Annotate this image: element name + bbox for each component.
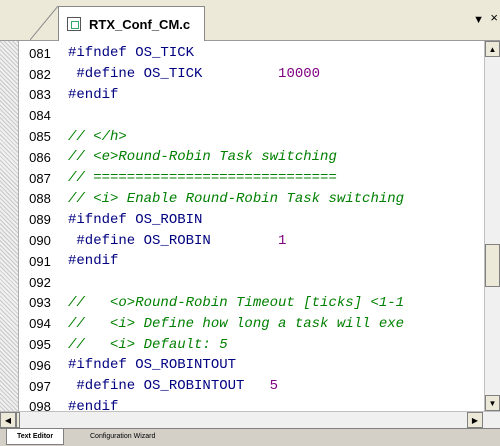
tab-rtx-conf-cm[interactable]: RTX_Conf_CM.c — [58, 6, 206, 41]
code-text: #endif — [62, 87, 118, 103]
code-token: #ifndef OS_ROBIN — [68, 211, 203, 228]
line-number: 095 — [29, 337, 51, 353]
line-number: 090 — [29, 233, 51, 249]
code-line[interactable]: 088 // <i> Enable Round-Robin Task switch… — [18, 189, 404, 210]
vertical-scrollbar[interactable]: ▲ ▼ — [484, 41, 500, 411]
code-line[interactable]: 095 // <i> Default: 5 — [18, 334, 404, 355]
code-text: #ifndef OS_ROBIN — [62, 212, 202, 228]
code-line[interactable]: 081 #ifndef OS_TICK — [18, 43, 404, 64]
code-token: // </h> — [68, 128, 127, 145]
c-file-icon — [67, 17, 81, 31]
line-number: 085 — [29, 129, 51, 145]
line-number: 081 — [29, 45, 51, 61]
code-lines: 081 #ifndef OS_TICK 082 #define OS_TICK 10… — [18, 43, 404, 411]
code-line[interactable]: 098 #endif — [18, 397, 404, 411]
code-text: // <e>Round-Robin Task switching — [62, 149, 337, 165]
code-text: #define OS_ROBIN 1 — [62, 233, 286, 249]
code-line[interactable]: 086 // <e>Round-Robin Task switching — [18, 147, 404, 168]
code-line[interactable]: 093 // <o>Round-Robin Timeout [ticks] <1-… — [18, 293, 404, 314]
code-text: // <o>Round-Robin Timeout [ticks] <1-1 — [62, 295, 404, 311]
line-number: 084 — [29, 108, 51, 124]
code-line[interactable]: 084 — [18, 105, 404, 126]
code-token: // <i> Define how long a task will exe — [68, 315, 405, 332]
tab-label: RTX_Conf_CM.c — [89, 16, 191, 32]
code-token: #endif — [68, 86, 119, 103]
code-line[interactable]: 097 #define OS_ROBINTOUT 5 — [18, 376, 404, 397]
line-number: 086 — [29, 149, 51, 165]
code-token: #endif — [68, 253, 119, 270]
tab-configuration-wizard[interactable]: Configuration Wizard — [80, 429, 165, 444]
horizontal-scrollbar[interactable]: ◀ ▶ — [0, 411, 500, 429]
editor-view-tabs: Text Editor Configuration Wizard — [0, 428, 500, 446]
scroll-left-button[interactable]: ◀ — [0, 412, 16, 428]
horizontal-scroll-thumb[interactable] — [16, 412, 20, 428]
scroll-right-button[interactable]: ▶ — [467, 412, 483, 428]
code-line[interactable]: 082 #define OS_TICK 10000 — [18, 64, 404, 85]
code-token: 10000 — [278, 66, 321, 83]
code-text: #endif — [62, 399, 118, 411]
code-line[interactable]: 089 #ifndef OS_ROBIN — [18, 209, 404, 230]
close-tab-icon[interactable]: × — [490, 10, 498, 25]
code-token: #define OS_ROBIN — [68, 232, 211, 249]
line-number: 098 — [29, 399, 51, 411]
code-line[interactable]: 083 #endif — [18, 85, 404, 106]
code-text: #endif — [62, 253, 118, 269]
code-line[interactable]: 087 // ============================= — [18, 168, 404, 189]
code-line[interactable]: 094 // <i> Define how long a task will ex… — [18, 313, 404, 334]
code-token: #endif — [68, 398, 119, 411]
line-number: 087 — [29, 170, 51, 186]
tab-bar: RTX_Conf_CM.c ▼ × — [0, 0, 500, 41]
code-text: // <i> Define how long a task will exe — [62, 316, 404, 332]
code-editor[interactable]: 081 #ifndef OS_TICK 082 #define OS_TICK 10… — [0, 41, 484, 411]
code-text: #define OS_ROBINTOUT 5 — [62, 378, 278, 394]
scroll-up-button[interactable]: ▲ — [485, 41, 500, 57]
code-token: 1 — [278, 232, 287, 249]
code-token: // ============================= — [68, 170, 337, 187]
line-number: 082 — [29, 66, 51, 82]
line-number: 093 — [29, 295, 51, 311]
editor-margin — [0, 41, 18, 411]
code-text: // <i> Enable Round-Robin Task switching — [62, 191, 404, 207]
code-text: // ============================= — [62, 170, 337, 186]
code-token: // <i> Enable Round-Robin Task switching — [68, 190, 405, 207]
tab-list-dropdown-icon[interactable]: ▼ — [473, 14, 484, 26]
vertical-scroll-thumb[interactable] — [485, 244, 500, 287]
code-token: // <o>Round-Robin Timeout [ticks] <1-1 — [68, 294, 405, 311]
code-token: #ifndef OS_ROBINTOUT — [68, 357, 237, 374]
code-line[interactable]: 085 // </h> — [18, 126, 404, 147]
code-token: 5 — [269, 378, 279, 395]
code-token: // <e>Round-Robin Task switching — [68, 149, 337, 166]
code-line[interactable]: 092 — [18, 272, 404, 293]
code-text: // </h> — [62, 129, 127, 145]
code-line[interactable]: 091 #endif — [18, 251, 404, 272]
line-number: 088 — [29, 191, 51, 207]
line-number: 092 — [29, 274, 51, 290]
scroll-down-button[interactable]: ▼ — [485, 395, 500, 411]
code-text: #ifndef OS_ROBINTOUT — [62, 357, 236, 373]
code-text: #ifndef OS_TICK — [62, 45, 194, 61]
line-number: 089 — [29, 212, 51, 228]
line-number: 094 — [29, 316, 51, 332]
code-text: #define OS_TICK 10000 — [62, 66, 320, 82]
code-line[interactable]: 096 #ifndef OS_ROBINTOUT — [18, 355, 404, 376]
code-text: // <i> Default: 5 — [62, 337, 228, 353]
code-token: #define OS_ROBINTOUT — [68, 378, 245, 395]
line-number: 096 — [29, 357, 51, 373]
code-token: #ifndef OS_TICK — [68, 45, 195, 62]
line-number: 097 — [29, 378, 51, 394]
code-token: #define OS_TICK — [68, 66, 203, 83]
line-number: 091 — [29, 253, 51, 269]
tab-edge-decoration — [30, 6, 59, 40]
code-token: // <i> Default: 5 — [68, 336, 228, 353]
tab-text-editor[interactable]: Text Editor — [6, 429, 65, 445]
line-number: 083 — [29, 87, 51, 103]
code-line[interactable]: 090 #define OS_ROBIN 1 — [18, 230, 404, 251]
